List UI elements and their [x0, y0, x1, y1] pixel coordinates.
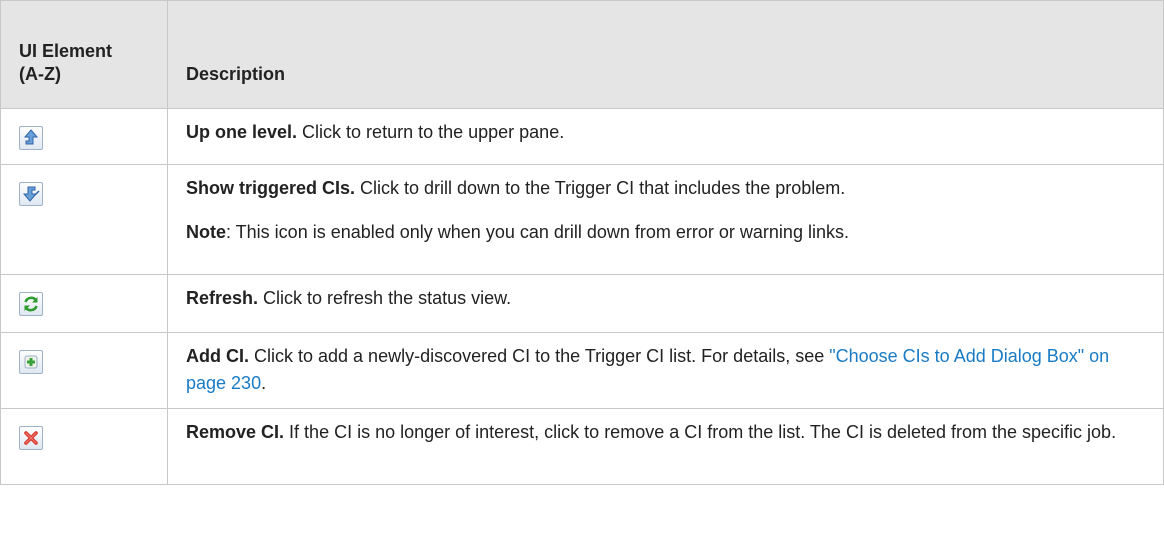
row-text: Click to drill down to the Trigger CI th…: [355, 178, 846, 198]
row-text: Click to return to the upper pane.: [297, 122, 565, 142]
note-text: : This icon is enabled only when you can…: [226, 222, 849, 242]
table-row: Up one level. Click to return to the upp…: [0, 108, 1164, 165]
row-text: If the CI is no longer of interest, clic…: [284, 422, 1117, 442]
up-one-level-icon[interactable]: [19, 126, 43, 150]
table-row: Remove CI. If the CI is no longer of int…: [0, 408, 1164, 485]
table-header-row: UI Element (A-Z) Description: [0, 0, 1164, 109]
icon-cell: [0, 332, 168, 409]
header-ui-element-line1: UI Element: [19, 41, 113, 61]
table-row: Refresh. Click to refresh the status vie…: [0, 274, 1164, 333]
row-title: Up one level.: [186, 122, 298, 142]
remove-ci-icon[interactable]: [19, 426, 43, 450]
header-ui-element: UI Element (A-Z): [0, 0, 168, 109]
icon-cell: [0, 408, 168, 485]
description-cell: Show triggered CIs. Click to drill down …: [167, 164, 1164, 275]
ui-elements-table: UI Element (A-Z) Description Up one leve…: [0, 0, 1164, 485]
show-triggered-cis-icon[interactable]: [19, 182, 43, 206]
row-text: Click to add a newly-discovered CI to th…: [249, 346, 830, 366]
header-ui-element-line2: (A-Z): [19, 64, 61, 84]
description-cell: Refresh. Click to refresh the status vie…: [167, 274, 1164, 333]
description-cell: Remove CI. If the CI is no longer of int…: [167, 408, 1164, 485]
add-ci-icon[interactable]: [19, 350, 43, 374]
row-title: Add CI.: [186, 346, 249, 366]
header-description: Description: [167, 0, 1164, 109]
description-cell: Add CI. Click to add a newly-discovered …: [167, 332, 1164, 409]
table-row: Add CI. Click to add a newly-discovered …: [0, 332, 1164, 409]
refresh-icon[interactable]: [19, 292, 43, 316]
row-text: Click to refresh the status view.: [258, 288, 512, 308]
icon-cell: [0, 164, 168, 275]
row-title: Show triggered CIs.: [186, 178, 356, 198]
row-title: Refresh.: [186, 288, 259, 308]
description-cell: Up one level. Click to return to the upp…: [167, 108, 1164, 165]
note-label: Note: [186, 222, 226, 242]
icon-cell: [0, 274, 168, 333]
icon-cell: [0, 108, 168, 165]
row-text-end: .: [261, 373, 267, 393]
row-title: Remove CI.: [186, 422, 285, 442]
table-row: Show triggered CIs. Click to drill down …: [0, 164, 1164, 275]
